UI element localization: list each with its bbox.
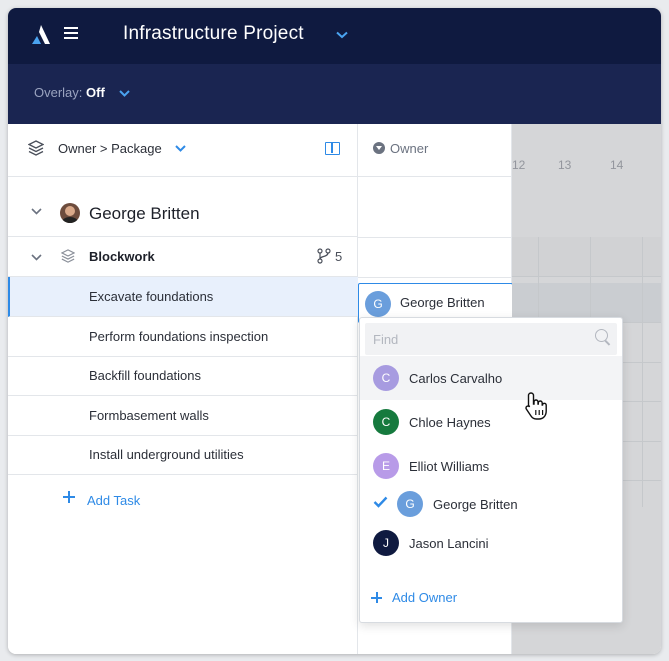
task-name: Perform foundations inspection: [89, 329, 269, 344]
avatar: G: [397, 491, 423, 517]
overlay-value: Off: [86, 85, 105, 100]
package-row[interactable]: Blockwork 5: [8, 237, 358, 277]
avatar: C: [373, 409, 399, 435]
owner-cell-name: George Britten: [400, 295, 485, 310]
groupby-select[interactable]: Owner > Package: [58, 141, 162, 156]
owner-dropdown: C Carlos Carvalho C Chloe Haynes E Ellio…: [359, 317, 623, 623]
owner-option-name: Carlos Carvalho: [409, 371, 503, 386]
owner-search-input[interactable]: [365, 323, 617, 355]
layers-icon: [28, 140, 44, 156]
owner-option[interactable]: C Chloe Haynes: [360, 400, 622, 444]
app-logo-icon[interactable]: [28, 22, 54, 48]
add-task-button[interactable]: Add Task: [8, 481, 358, 517]
task-row[interactable]: Excavate foundations: [8, 277, 358, 317]
package-name: Blockwork: [89, 249, 155, 264]
menu-icon[interactable]: [64, 27, 78, 39]
owner-column-header[interactable]: Owner: [358, 124, 512, 177]
groupby-header: Owner > Package: [8, 124, 358, 177]
owner-option-name: Jason Lancini: [409, 536, 489, 551]
split-view-icon[interactable]: [325, 142, 340, 155]
plus-icon: [63, 491, 75, 503]
collapse-chevron-down-icon[interactable]: [31, 254, 42, 261]
search-icon: [595, 329, 608, 342]
add-task-label: Add Task: [87, 493, 141, 508]
app-window: Infrastructure Project Overlay: Off Owne…: [8, 8, 661, 654]
add-owner-label: Add Owner: [392, 590, 458, 605]
checkmark-icon: [373, 496, 388, 508]
task-name: Backfill foundations: [89, 368, 202, 383]
project-switcher-chevron-down-icon[interactable]: [336, 31, 348, 39]
plus-icon: [371, 592, 382, 603]
task-name: Excavate foundations: [89, 289, 214, 304]
subtask-branch-icon: [317, 248, 331, 264]
owner-option-name: Chloe Haynes: [409, 415, 491, 430]
package-layers-icon: [61, 249, 75, 263]
add-owner-button[interactable]: Add Owner: [360, 582, 622, 612]
owner-option-name: Elliot Williams: [409, 459, 490, 474]
overlay-toggle[interactable]: Overlay: Off: [34, 85, 105, 100]
task-list-pane: Owner > Package George Britten Blockwork: [8, 124, 358, 654]
avatar: E: [373, 453, 399, 479]
owner-option-name: George Britten: [433, 497, 518, 512]
task-name: Install underground utilities: [89, 447, 244, 462]
groupby-chevron-down-icon[interactable]: [175, 145, 186, 152]
hand-pointer-cursor-icon: [525, 392, 547, 420]
owner-column-title: Owner: [390, 141, 429, 156]
task-row[interactable]: Formbasement walls: [8, 396, 358, 436]
column-menu-icon[interactable]: [373, 142, 385, 154]
owner-group-name: George Britten: [89, 204, 200, 223]
overlay-bar: Overlay: Off: [8, 64, 661, 124]
overlay-label: Overlay:: [34, 85, 83, 100]
task-row[interactable]: Install underground utilities: [8, 435, 358, 475]
owner-group-row[interactable]: George Britten: [8, 177, 358, 237]
subtask-count: 5: [335, 249, 343, 264]
avatar: G: [365, 291, 391, 317]
collapse-chevron-down-icon[interactable]: [31, 208, 42, 215]
task-name: Formbasement walls: [89, 408, 209, 423]
avatar: [60, 203, 80, 223]
project-title[interactable]: Infrastructure Project: [123, 23, 304, 45]
owner-option-selected[interactable]: G George Britten: [360, 482, 622, 526]
avatar: C: [373, 365, 399, 391]
overlay-chevron-down-icon[interactable]: [119, 90, 130, 97]
task-row[interactable]: Perform foundations inspection: [8, 317, 358, 357]
owner-option[interactable]: J Jason Lancini: [360, 521, 622, 565]
avatar: J: [373, 530, 399, 556]
task-row[interactable]: Backfill foundations: [8, 356, 358, 396]
top-navbar: Infrastructure Project: [8, 8, 661, 64]
owner-option[interactable]: C Carlos Carvalho: [360, 356, 622, 400]
